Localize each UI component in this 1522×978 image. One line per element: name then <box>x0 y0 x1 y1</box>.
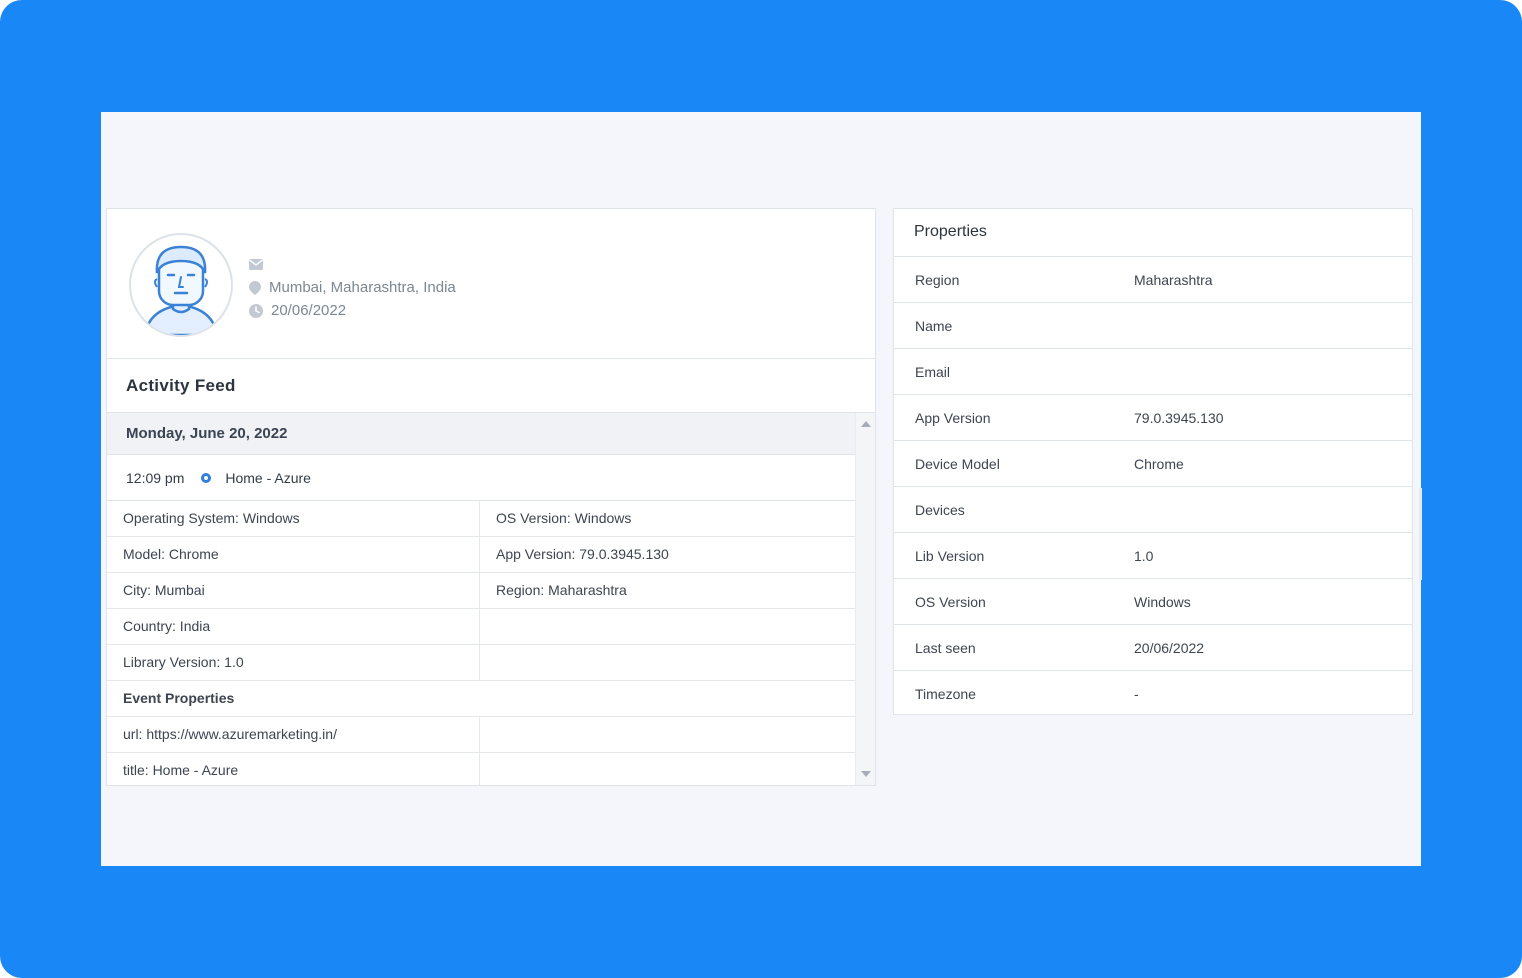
detail-cell <box>480 609 857 644</box>
property-key: Lib Version <box>915 547 985 564</box>
profile-card: Mumbai, Maharashtra, India 20/06/2022 Ac… <box>106 208 876 786</box>
envelope-icon <box>249 259 263 270</box>
table-row: title: Home - Azure <box>107 753 857 785</box>
property-key: OS Version <box>915 593 986 610</box>
event-name: Home - Azure <box>225 469 311 486</box>
property-key: Timezone <box>915 686 976 702</box>
table-row: Model: Chrome App Version: 79.0.3945.130 <box>107 537 857 573</box>
feed-scrollbar[interactable] <box>855 413 875 785</box>
outer-frame: Mumbai, Maharashtra, India 20/06/2022 Ac… <box>0 0 1522 978</box>
detail-cell: Country: India <box>107 609 480 644</box>
table-row: Last seen 20/06/2022 <box>894 625 1412 671</box>
table-row: Operating System: Windows OS Version: Wi… <box>107 501 857 537</box>
table-row: App Version 79.0.3945.130 <box>894 395 1412 441</box>
property-value: 1.0 <box>1134 547 1154 564</box>
user-avatar-icon <box>129 233 233 337</box>
property-key: Last seen <box>915 639 976 656</box>
location-line: Mumbai, Maharashtra, India <box>249 276 456 299</box>
scroll-up-icon[interactable] <box>861 421 871 427</box>
property-key: Name <box>915 317 953 334</box>
event-time: 12:09 pm <box>126 469 185 486</box>
property-key: Devices <box>915 501 965 518</box>
detail-cell <box>480 753 857 785</box>
table-row: Region Maharashtra <box>894 257 1412 303</box>
table-row: Event Properties <box>107 681 857 717</box>
profile-meta: Mumbai, Maharashtra, India 20/06/2022 <box>249 253 456 322</box>
table-row: City: Mumbai Region: Maharashtra <box>107 573 857 609</box>
property-key: App Version <box>915 409 991 426</box>
detail-cell: title: Home - Azure <box>107 753 480 785</box>
detail-cell: Library Version: 1.0 <box>107 645 480 680</box>
event-dot-icon <box>201 472 212 483</box>
properties-title: Properties <box>894 209 1412 257</box>
date-text: 20/06/2022 <box>271 302 347 319</box>
app-window: Mumbai, Maharashtra, India 20/06/2022 Ac… <box>101 112 1422 866</box>
property-value: Windows <box>1134 593 1191 610</box>
detail-cell: Model: Chrome <box>107 537 480 572</box>
detail-cell <box>480 645 857 680</box>
date-line: 20/06/2022 <box>249 299 456 322</box>
event-properties-label: Event Properties <box>123 690 235 706</box>
property-key: Region <box>915 271 960 288</box>
property-value: 79.0.3945.130 <box>1134 409 1224 426</box>
event-details-grid: Operating System: Windows OS Version: Wi… <box>107 501 857 785</box>
detail-cell: App Version: 79.0.3945.130 <box>496 546 669 562</box>
table-row: Lib Version 1.0 <box>894 533 1412 579</box>
table-row: url: https://www.azuremarketing.in/ <box>107 717 857 753</box>
property-value: Maharashtra <box>1134 271 1213 288</box>
profile-header: Mumbai, Maharashtra, India 20/06/2022 <box>107 209 875 359</box>
detail-cell: url: https://www.azuremarketing.in/ <box>107 717 480 752</box>
table-row: Devices <box>894 487 1412 533</box>
table-row: Email <box>894 349 1412 395</box>
detail-cell: Operating System: Windows <box>107 501 480 536</box>
property-key: Email <box>915 363 951 380</box>
activity-feed-scroll[interactable]: Monday, June 20, 2022 12:09 pm Home - Az… <box>107 413 875 785</box>
properties-card: Properties Region Maharashtra Name Email… <box>893 208 1413 715</box>
email-line <box>249 253 456 276</box>
side-panel-handle[interactable] <box>1419 488 1422 580</box>
detail-cell: Region: Maharashtra <box>496 582 627 598</box>
property-value: - <box>1134 686 1139 702</box>
activity-feed-content: Monday, June 20, 2022 12:09 pm Home - Az… <box>107 413 857 785</box>
property-value: Chrome <box>1134 455 1184 472</box>
table-row: Country: India <box>107 609 857 645</box>
table-row: Name <box>894 303 1412 349</box>
activity-feed-title: Activity Feed <box>107 359 875 413</box>
property-value: 20/06/2022 <box>1134 639 1205 656</box>
location-text: Mumbai, Maharashtra, India <box>269 279 456 296</box>
clock-icon <box>249 303 263 318</box>
table-row: Device Model Chrome <box>894 441 1412 487</box>
table-row: Library Version: 1.0 <box>107 645 857 681</box>
feed-date-header: Monday, June 20, 2022 <box>107 413 857 455</box>
table-row: Timezone - <box>894 671 1412 717</box>
feed-event-row[interactable]: 12:09 pm Home - Azure <box>107 455 857 501</box>
property-key: Device Model <box>915 455 1000 472</box>
detail-cell <box>480 717 857 752</box>
table-row: OS Version Windows <box>894 579 1412 625</box>
map-pin-icon <box>249 280 261 295</box>
detail-cell: OS Version: Windows <box>496 510 632 526</box>
detail-cell: City: Mumbai <box>107 573 480 608</box>
scroll-down-icon[interactable] <box>861 771 871 777</box>
